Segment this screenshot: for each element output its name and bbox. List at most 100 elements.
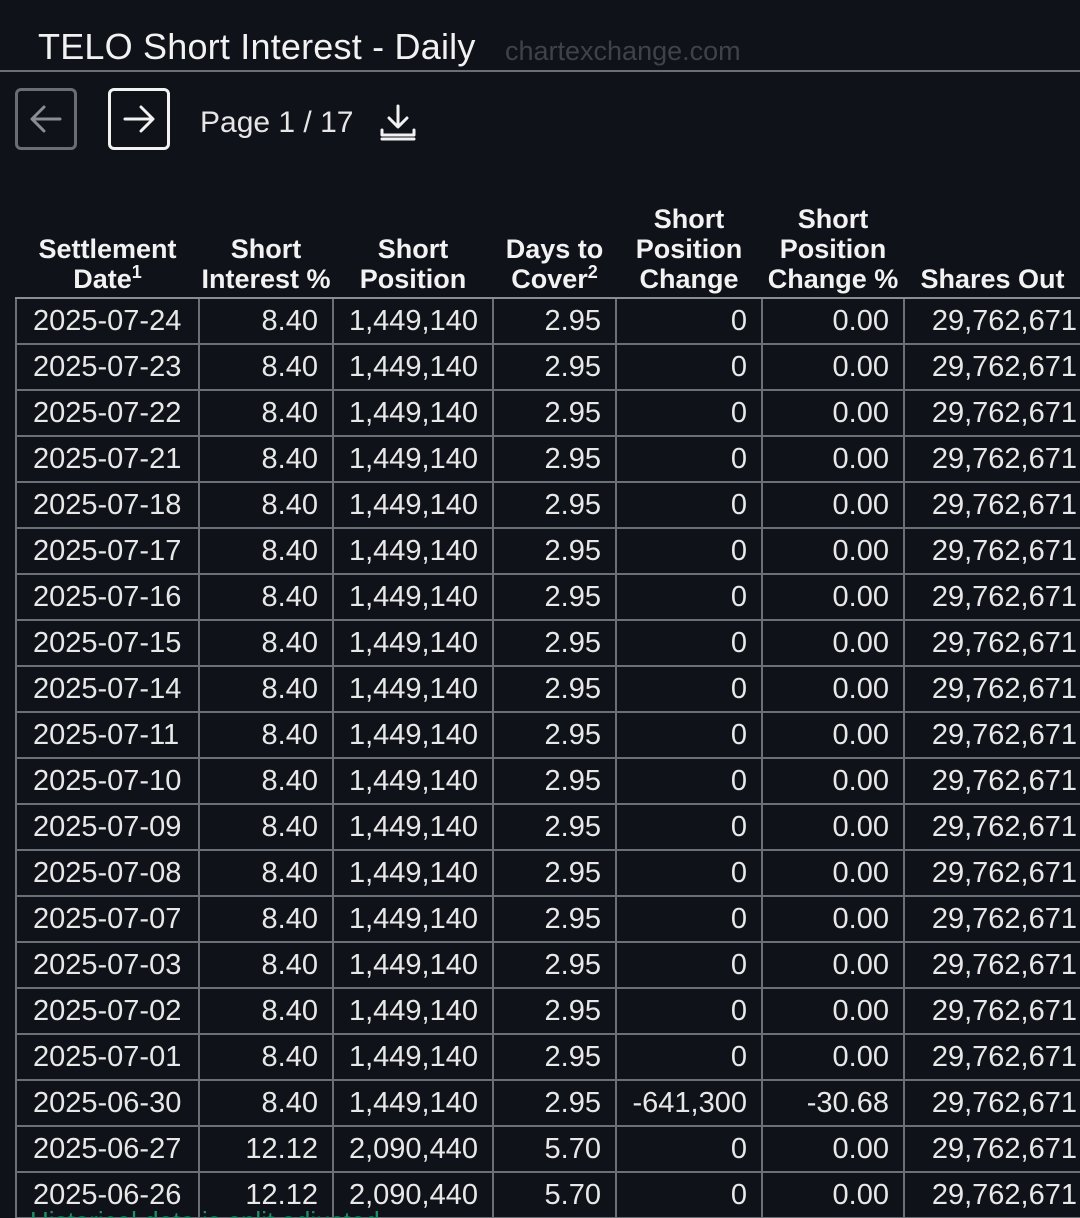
previous-page-button[interactable] xyxy=(15,88,77,150)
cell-shares-out: 29,762,671 xyxy=(903,1033,1080,1081)
table-row: 2025-07-22 8.40 1,449,140 2.95 0 0.00 29,762,6… xyxy=(15,389,1080,437)
cell-short-position: 1,449,140 xyxy=(332,941,494,989)
cell-short-position: 1,449,140 xyxy=(332,527,494,575)
table-row: 2025-07-08 8.40 1,449,140 2.95 0 0.00 29,762,6… xyxy=(15,849,1080,897)
column-header-label: Short Position xyxy=(359,234,467,294)
cell-short-position-change: 0 xyxy=(615,573,763,621)
cell-short-position-change-pct: 0.00 xyxy=(761,895,905,943)
cell-settlement-date: 2025-07-21 xyxy=(15,435,200,483)
cell-short-position-change-pct: 0.00 xyxy=(761,1033,905,1081)
cell-short-position-change-pct: -30.68 xyxy=(761,1079,905,1127)
cell-short-interest-pct: 8.40 xyxy=(198,711,334,759)
cell-short-position: 1,449,140 xyxy=(332,1079,494,1127)
cell-settlement-date: 2025-07-11 xyxy=(15,711,200,759)
column-header-label: Short Position Change % xyxy=(767,204,899,294)
cell-shares-out: 29,762,671 xyxy=(903,987,1080,1035)
cell-days-to-cover: 2.95 xyxy=(492,757,617,805)
cell-shares-out: 29,762,671 xyxy=(903,389,1080,437)
cell-days-to-cover: 2.95 xyxy=(492,389,617,437)
column-header-short-position-change-pct[interactable]: Short Position Change % xyxy=(762,164,904,299)
column-header-settlement-date[interactable]: Settlement Date1 xyxy=(16,164,199,299)
cell-short-interest-pct: 8.40 xyxy=(198,665,334,713)
cell-short-position-change-pct: 0.00 xyxy=(761,389,905,437)
column-header-days-to-cover[interactable]: Days to Cover2 xyxy=(493,164,616,299)
cell-short-position-change: 0 xyxy=(615,849,763,897)
short-interest-table: Settlement Date1 Short Interest % Short Po… xyxy=(15,164,1080,1218)
cell-short-position-change-pct: 0.00 xyxy=(761,1125,905,1173)
cell-shares-out: 29,762,671 xyxy=(903,297,1080,345)
cell-shares-out: 29,762,671 xyxy=(903,481,1080,529)
table-row: 2025-07-16 8.40 1,449,140 2.95 0 0.00 29,762,6… xyxy=(15,573,1080,621)
cell-settlement-date: 2025-07-22 xyxy=(15,389,200,437)
cell-settlement-date: 2025-07-24 xyxy=(15,297,200,345)
cell-days-to-cover: 2.95 xyxy=(492,619,617,667)
cell-short-interest-pct: 8.40 xyxy=(198,297,334,345)
column-header-short-position-change[interactable]: Short Position Change xyxy=(616,164,762,299)
cell-days-to-cover: 2.95 xyxy=(492,435,617,483)
cell-short-position-change: 0 xyxy=(615,619,763,667)
cell-short-position: 1,449,140 xyxy=(332,757,494,805)
cell-short-position: 1,449,140 xyxy=(332,435,494,483)
column-header-short-position[interactable]: Short Position xyxy=(333,164,493,299)
column-header-shares-out[interactable]: Shares Out xyxy=(904,164,1080,299)
table-row: 2025-07-23 8.40 1,449,140 2.95 0 0.00 29,762,6… xyxy=(15,343,1080,391)
cell-short-interest-pct: 8.40 xyxy=(198,527,334,575)
cell-short-position-change: 0 xyxy=(615,987,763,1035)
column-header-label: Shares Out xyxy=(920,264,1065,294)
cell-days-to-cover: 2.95 xyxy=(492,987,617,1035)
download-icon xyxy=(380,104,416,141)
cell-days-to-cover: 2.95 xyxy=(492,297,617,345)
cell-settlement-date: 2025-07-18 xyxy=(15,481,200,529)
footnote: Historical data is split adjusted xyxy=(30,1206,380,1218)
cell-short-position: 1,449,140 xyxy=(332,1033,494,1081)
cell-short-interest-pct: 8.40 xyxy=(198,757,334,805)
cell-settlement-date: 2025-07-15 xyxy=(15,619,200,667)
cell-short-interest-pct: 8.40 xyxy=(198,849,334,897)
cell-short-position-change: 0 xyxy=(615,941,763,989)
cell-short-position-change-pct: 0.00 xyxy=(761,849,905,897)
cell-short-position: 1,449,140 xyxy=(332,803,494,851)
arrow-right-icon xyxy=(123,105,155,133)
cell-short-position: 1,449,140 xyxy=(332,481,494,529)
column-header-label: Short Position Change xyxy=(635,204,743,294)
page-indicator: Page 1 / 17 xyxy=(200,106,354,139)
cell-short-position-change: 0 xyxy=(615,343,763,391)
cell-short-interest-pct: 8.40 xyxy=(198,1033,334,1081)
cell-days-to-cover: 2.95 xyxy=(492,711,617,759)
download-button[interactable] xyxy=(378,102,418,142)
cell-settlement-date: 2025-07-07 xyxy=(15,895,200,943)
cell-shares-out: 29,762,671 xyxy=(903,1079,1080,1127)
page-title: TELO Short Interest - Daily xyxy=(38,26,476,67)
cell-short-interest-pct: 8.40 xyxy=(198,481,334,529)
cell-settlement-date: 2025-07-08 xyxy=(15,849,200,897)
cell-settlement-date: 2025-06-27 xyxy=(15,1125,200,1173)
next-page-button[interactable] xyxy=(108,88,170,150)
cell-days-to-cover: 5.70 xyxy=(492,1171,617,1218)
cell-short-position-change: 0 xyxy=(615,297,763,345)
cell-settlement-date: 2025-07-03 xyxy=(15,941,200,989)
cell-shares-out: 29,762,671 xyxy=(903,803,1080,851)
cell-short-position-change: 0 xyxy=(615,1171,763,1218)
cell-days-to-cover: 2.95 xyxy=(492,849,617,897)
cell-short-position-change-pct: 0.00 xyxy=(761,619,905,667)
cell-settlement-date: 2025-07-01 xyxy=(15,1033,200,1081)
cell-short-interest-pct: 8.40 xyxy=(198,895,334,943)
cell-settlement-date: 2025-07-23 xyxy=(15,343,200,391)
cell-short-position-change-pct: 0.00 xyxy=(761,665,905,713)
column-header-label: Short Interest % xyxy=(201,234,331,294)
cell-short-position: 1,449,140 xyxy=(332,987,494,1035)
cell-shares-out: 29,762,671 xyxy=(903,343,1080,391)
cell-settlement-date: 2025-06-30 xyxy=(15,1079,200,1127)
cell-short-position-change-pct: 0.00 xyxy=(761,297,905,345)
cell-short-position-change: 0 xyxy=(615,389,763,437)
cell-short-interest-pct: 12.12 xyxy=(198,1125,334,1173)
cell-short-interest-pct: 8.40 xyxy=(198,803,334,851)
cell-short-position-change: 0 xyxy=(615,1033,763,1081)
cell-short-interest-pct: 8.40 xyxy=(198,343,334,391)
table-row: 2025-07-21 8.40 1,449,140 2.95 0 0.00 29,762,6… xyxy=(15,435,1080,483)
cell-short-position-change-pct: 0.00 xyxy=(761,803,905,851)
cell-settlement-date: 2025-07-17 xyxy=(15,527,200,575)
column-header-short-interest-pct[interactable]: Short Interest % xyxy=(199,164,333,299)
cell-short-position-change-pct: 0.00 xyxy=(761,987,905,1035)
table-row: 2025-07-01 8.40 1,449,140 2.95 0 0.00 29,762,6… xyxy=(15,1033,1080,1081)
